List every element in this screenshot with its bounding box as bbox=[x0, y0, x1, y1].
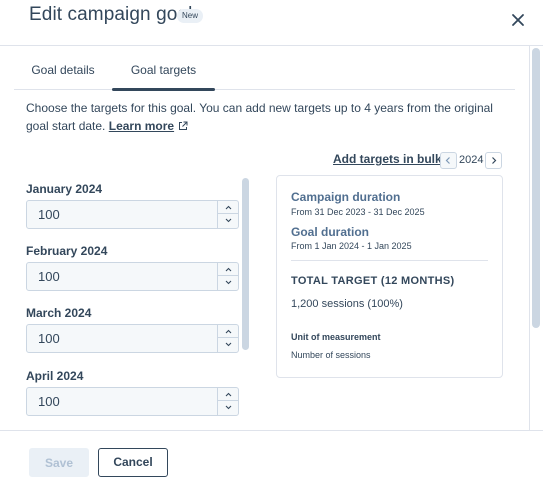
month-target-input[interactable]: 100 bbox=[26, 200, 239, 229]
learn-more-link[interactable]: Learn more bbox=[109, 119, 188, 133]
month-target-value: 100 bbox=[38, 269, 60, 284]
month-label: February 2024 bbox=[26, 244, 108, 258]
campaign-duration-value: From 31 Dec 2023 - 31 Dec 2025 bbox=[291, 207, 425, 217]
modal-title: Edit campaign goal bbox=[29, 4, 193, 25]
unit-of-measurement-value: Number of sessions bbox=[291, 350, 371, 360]
month-target-input[interactable]: 100 bbox=[26, 324, 239, 353]
chevron-down-icon bbox=[225, 280, 232, 285]
quantity-stepper bbox=[217, 263, 239, 290]
chevron-down-icon bbox=[225, 218, 232, 223]
summary-divider bbox=[291, 260, 488, 261]
decrement-button[interactable] bbox=[218, 338, 239, 351]
tab-bar: Goal details Goal targets bbox=[14, 50, 515, 91]
month-target-value: 100 bbox=[38, 331, 60, 346]
close-button[interactable] bbox=[508, 10, 528, 30]
unit-of-measurement-label: Unit of measurement bbox=[291, 332, 381, 342]
decrement-button[interactable] bbox=[218, 214, 239, 227]
chevron-up-icon bbox=[225, 329, 232, 334]
total-target-value: 1,200 sessions (100%) bbox=[291, 298, 403, 310]
modal-header: Edit campaign goal New bbox=[0, 0, 543, 46]
next-year-button[interactable] bbox=[485, 152, 502, 169]
chevron-up-icon bbox=[225, 392, 232, 397]
chevron-up-icon bbox=[225, 267, 232, 272]
external-link-icon bbox=[179, 121, 188, 130]
chevron-up-icon bbox=[225, 205, 232, 210]
increment-button[interactable] bbox=[218, 201, 239, 214]
tab-goal-targets[interactable]: Goal targets bbox=[112, 50, 215, 91]
month-label: January 2024 bbox=[26, 182, 103, 196]
quantity-stepper bbox=[217, 325, 239, 352]
total-target-label: TOTAL TARGET (12 MONTHS) bbox=[291, 275, 455, 287]
quantity-stepper bbox=[217, 388, 239, 415]
months-scrollbar-thumb[interactable] bbox=[242, 178, 249, 350]
intro-description: Choose the targets for this goal. You ca… bbox=[26, 101, 493, 133]
decrement-button[interactable] bbox=[218, 401, 239, 414]
month-target-input[interactable]: 100 bbox=[26, 387, 239, 416]
year-label: 2024 bbox=[459, 154, 484, 166]
monthly-targets-list: January 2024 100 February 2024 100 March… bbox=[0, 172, 256, 430]
month-label: March 2024 bbox=[26, 306, 92, 320]
chevron-down-icon bbox=[225, 342, 232, 347]
previous-year-button[interactable] bbox=[440, 152, 457, 169]
increment-button[interactable] bbox=[218, 325, 239, 338]
decrement-button[interactable] bbox=[218, 276, 239, 289]
quantity-stepper bbox=[217, 201, 239, 228]
goal-summary-card: Campaign duration From 31 Dec 2023 - 31 … bbox=[276, 175, 503, 378]
chevron-right-icon bbox=[492, 157, 497, 164]
month-label: April 2024 bbox=[26, 369, 84, 383]
chevron-down-icon bbox=[225, 405, 232, 410]
add-targets-in-bulk-link[interactable]: Add targets in bulk bbox=[333, 152, 442, 166]
campaign-duration-label: Campaign duration bbox=[291, 190, 401, 204]
month-target-value: 100 bbox=[38, 207, 60, 222]
increment-button[interactable] bbox=[218, 263, 239, 276]
tab-goal-details[interactable]: Goal details bbox=[14, 50, 112, 90]
month-target-input[interactable]: 100 bbox=[26, 262, 239, 291]
new-badge: New bbox=[177, 9, 204, 23]
modal-footer: Save Cancel bbox=[0, 430, 543, 492]
modal-scrollbar-thumb[interactable] bbox=[532, 48, 540, 328]
chevron-left-icon bbox=[445, 157, 450, 164]
increment-button[interactable] bbox=[218, 388, 239, 401]
save-button[interactable]: Save bbox=[29, 448, 89, 477]
cancel-button[interactable]: Cancel bbox=[98, 448, 168, 477]
goal-duration-label: Goal duration bbox=[291, 225, 369, 239]
intro-text: Choose the targets for this goal. You ca… bbox=[26, 99, 506, 135]
month-target-value: 100 bbox=[38, 394, 60, 409]
learn-more-label: Learn more bbox=[108, 119, 175, 133]
close-icon bbox=[512, 14, 524, 26]
goal-duration-value: From 1 Jan 2024 - 1 Jan 2025 bbox=[291, 241, 412, 251]
